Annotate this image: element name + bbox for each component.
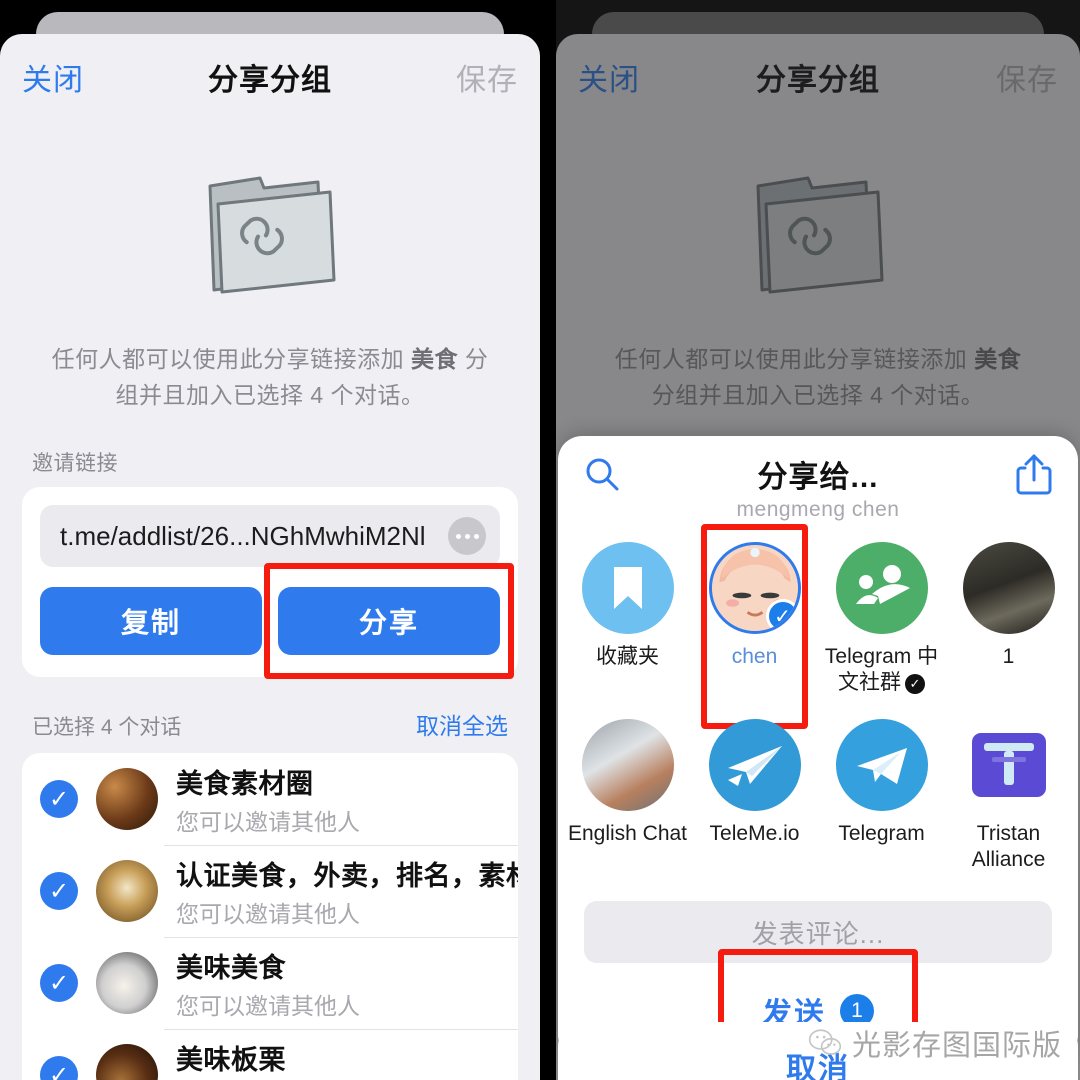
folder-link-illustration	[556, 128, 1080, 338]
share-target-1[interactable]: 1	[945, 534, 1072, 711]
chat-title: 美味美食	[176, 952, 286, 983]
avatar	[96, 768, 158, 831]
avatar	[96, 1044, 158, 1080]
selected-check-icon: ✓	[765, 599, 798, 631]
copy-button[interactable]: 复制	[40, 587, 262, 656]
photo-avatar	[962, 542, 1055, 634]
avatar: ✓	[708, 542, 801, 634]
navbar-left: 关闭 分享分组 保存	[0, 34, 540, 120]
share-sheet-title: 分享给...	[757, 461, 879, 494]
share-target-telegram[interactable]: Telegram	[818, 711, 945, 888]
share-sheet-subtitle: mengmeng chen	[736, 498, 900, 521]
close-button[interactable]: 关闭	[578, 55, 640, 99]
share-folder-sheet-left: 关闭 分享分组 保存 任何人都可以使用此分享链接添加 美食 分组并且加入已选择 …	[0, 34, 540, 1080]
share-target-label: Telegram 中文社群 ✓	[822, 644, 942, 697]
ellipsis-icon[interactable]	[448, 517, 486, 556]
watermark-text: 光影存图国际版	[851, 1030, 1062, 1062]
share-description: 任何人都可以使用此分享链接添加 美食 分组并且加入已选择 4 个对话。	[556, 338, 1080, 413]
invite-link-label: 邀请链接	[32, 452, 118, 476]
share-target-label: 1	[1002, 645, 1015, 668]
desc-suffix: 分组并且加入已选择 4 个对话。	[651, 381, 985, 408]
share-target-teleme-io[interactable]: TeleMe.io	[691, 711, 818, 888]
desc-prefix: 任何人都可以使用此分享链接添加	[51, 346, 411, 372]
share-sheet-header: 分享给... mengmeng chen	[558, 436, 1078, 528]
watermark: 光影存图国际版	[808, 1022, 1062, 1064]
desc-folder-name: 美食	[411, 346, 458, 372]
screenshot-stage: 关闭 分享分组 保存 任何人都可以使用此分享链接添加 美食 分组并且加入已选择 …	[0, 0, 1080, 1080]
chat-meta: 美味板栗 您可以邀请其他人	[176, 1038, 360, 1080]
chat-title: 认证美食，外卖，排名，素材	[176, 860, 518, 891]
share-target-telegram-chinese-group[interactable]: Telegram 中文社群 ✓	[818, 534, 945, 711]
group-people-icon	[835, 542, 928, 634]
table-row[interactable]: ✓ 认证美食，外卖，排名，素材 您可以邀请其他人	[22, 845, 518, 937]
right-phone-panel: 关闭 分享分组 保存 任何人都可以使用此分享链接添加 美食 分组并且加入已选择 …	[556, 0, 1080, 1080]
verified-badge-icon: ✓	[905, 673, 925, 694]
deselect-all-button[interactable]: 取消全选	[416, 707, 508, 741]
invite-link-field[interactable]: t.me/addlist/26...NGhMwhiM2Nl	[40, 505, 500, 568]
telegram-icon	[835, 718, 928, 811]
comment-input[interactable]: 发表评论...	[584, 901, 1052, 963]
share-target-grid: 收藏夹 ✓ chen Telegram 中文社群 ✓ 1 English Cha…	[558, 524, 1078, 897]
photo-avatar	[581, 718, 674, 811]
chat-title: 美食素材圈	[176, 768, 314, 799]
avatar	[96, 952, 158, 1015]
save-button[interactable]: 保存	[996, 55, 1058, 99]
chat-meta: 美食素材圈 您可以邀请其他人	[176, 762, 360, 837]
share-target-label: Telegram	[838, 821, 925, 845]
left-phone-panel: 关闭 分享分组 保存 任何人都可以使用此分享链接添加 美食 分组并且加入已选择 …	[0, 0, 540, 1080]
share-button[interactable]: 分享	[278, 587, 500, 656]
selected-count-label: 已选择 4 个对话	[32, 716, 182, 740]
table-row[interactable]: ✓ 美食素材圈 您可以邀请其他人	[22, 753, 518, 845]
share-target-saved-messages[interactable]: 收藏夹	[564, 534, 691, 711]
chat-list: ✓ 美食素材圈 您可以邀请其他人 ✓ 认证美食，外卖，排名，素材 您可以邀请其他…	[22, 753, 518, 1080]
folder-link-icon	[756, 176, 884, 294]
check-icon[interactable]: ✓	[40, 964, 78, 1003]
paper-plane-icon	[708, 718, 801, 811]
invite-link-card: t.me/addlist/26...NGhMwhiM2Nl 复制 分享	[22, 487, 518, 680]
bookmark-icon	[581, 542, 674, 634]
link-action-buttons: 复制 分享	[40, 563, 514, 680]
chat-subtitle: 您可以邀请其他人	[176, 808, 360, 835]
chat-subtitle: 您可以邀请其他人	[176, 992, 360, 1019]
share-target-english-chat[interactable]: English Chat	[564, 711, 691, 888]
chat-title: 美味板栗	[176, 1044, 286, 1075]
check-icon[interactable]: ✓	[40, 780, 78, 819]
share-target-label: 收藏夹	[596, 645, 659, 668]
check-icon[interactable]: ✓	[40, 1056, 78, 1080]
share-target-chen[interactable]: ✓ chen	[691, 524, 818, 729]
share-action-sheet: 分享给... mengmeng chen 收藏夹 ✓ chen Telegram…	[558, 436, 1078, 1069]
chat-meta: 美味美食 您可以邀请其他人	[176, 946, 360, 1021]
table-row[interactable]: ✓ 美味美食 您可以邀请其他人	[22, 937, 518, 1029]
search-icon[interactable]	[582, 454, 622, 494]
navbar-right: 关闭 分享分组 保存	[556, 34, 1080, 120]
chat-subtitle: 您可以邀请其他人	[176, 900, 360, 927]
tristan-book-icon	[963, 719, 1055, 811]
comment-placeholder: 发表评论...	[751, 918, 885, 949]
folder-link-icon	[208, 176, 336, 294]
chat-list-header: 已选择 4 个对话 取消全选	[0, 677, 540, 753]
save-button[interactable]: 保存	[456, 55, 518, 99]
chat-meta: 认证美食，外卖，排名，素材 您可以邀请其他人	[176, 854, 518, 929]
share-target-label: chen	[731, 645, 778, 668]
share-button-wrapper: 分享	[264, 563, 514, 680]
desc-folder-name: 美食	[974, 346, 1022, 372]
desc-prefix: 任何人都可以使用此分享链接添加	[614, 346, 975, 372]
folder-link-illustration	[0, 128, 540, 338]
avatar	[96, 860, 158, 923]
invite-link-value: t.me/addlist/26...NGhMwhiM2Nl	[60, 520, 426, 551]
share-target-label: TeleMe.io	[709, 821, 800, 845]
share-description: 任何人都可以使用此分享链接添加 美食 分组并且加入已选择 4 个对话。	[0, 338, 540, 413]
share-target-label: Tristan Alliance	[971, 821, 1046, 871]
check-icon[interactable]: ✓	[40, 872, 78, 911]
close-button[interactable]: 关闭	[22, 55, 84, 99]
share-target-label: English Chat	[567, 821, 688, 845]
share-export-icon[interactable]	[1014, 452, 1054, 496]
table-row[interactable]: ✓ 美味板栗 您可以邀请其他人	[22, 1029, 518, 1080]
share-target-tristan-alliance[interactable]: Tristan Alliance	[945, 711, 1072, 888]
wechat-icon	[808, 1029, 842, 1055]
